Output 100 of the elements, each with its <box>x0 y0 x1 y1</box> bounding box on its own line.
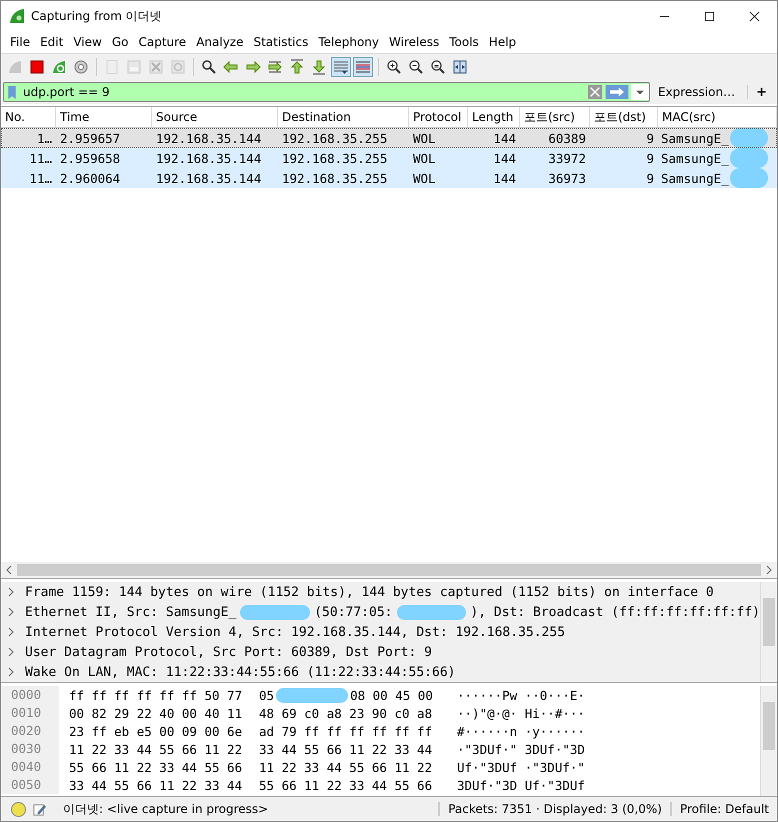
table-cell-text: 11… <box>28 170 53 186</box>
tree-item-text[interactable]: User Datagram Protocol, Src Port: 60389, Dst Port: 9 <box>25 644 432 660</box>
byte-offset: 0010 <box>1 704 59 722</box>
byte-offset: 0000 <box>1 686 59 704</box>
table-cell-text: SamsungE_ <box>660 150 729 166</box>
column-header[interactable]: MAC(src) <box>658 107 777 127</box>
horizontal-scrollbar[interactable] <box>1 562 777 578</box>
table-cell-text: WOL <box>412 150 437 166</box>
hex-bytes: 00 82 29 22 40 00 40 11 <box>69 706 244 720</box>
edit-comment-icon[interactable] <box>32 802 47 816</box>
menu-item[interactable]: Edit <box>35 35 68 49</box>
redaction-blot <box>730 128 768 148</box>
packet-count: Packets: 7351 · Displayed: 3 (0,0%) <box>438 802 672 816</box>
tree-item-text[interactable]: Ethernet II, Src: SamsungE_ <box>24 604 236 620</box>
tree-item-text[interactable]: Internet Protocol Version 4, Src: 192.168.35.144, Dst: 192.168.35.255 <box>25 624 566 640</box>
hex-bytes: 11 22 33 44 55 66 11 22 <box>69 742 244 756</box>
menu-item[interactable]: Wireless <box>384 35 444 49</box>
menu-item[interactable]: Statistics <box>248 35 314 49</box>
column-header[interactable]: 포트(src) <box>520 107 590 127</box>
ascii-bytes: #······n ·y······ <box>456 724 585 738</box>
menu-item[interactable]: File <box>5 35 36 49</box>
hex-bytes: ff ff ff ff ff ff 50 77 <box>69 688 244 702</box>
packet-row[interactable]: 11… 2.960064 192.168.35.144 192.168.35.255 WOL 144 36973 9 SamsungE_ <box>1 168 777 188</box>
hex-bytes: 11 22 33 44 55 66 11 22 <box>259 760 434 774</box>
table-cell-text: WOL <box>412 170 437 186</box>
table-cell-text: 9 <box>645 130 655 146</box>
menu-item[interactable]: Capture <box>133 35 192 49</box>
hex-bytes: 33 44 55 66 11 22 33 44 <box>259 742 434 756</box>
tree-item-text[interactable]: (50:77:05: <box>314 604 392 620</box>
ascii-bytes: ······Pw ··0···E· <box>456 688 585 702</box>
display-filter-field[interactable]: udp.port == 9 <box>3 82 650 102</box>
table-cell-text: 144 <box>492 170 517 186</box>
hex-bytes: 23 ff eb e5 00 09 00 6e <box>69 724 244 738</box>
table-cell-text: 192.168.35.144 <box>155 150 262 166</box>
app-logo-icon <box>9 8 25 24</box>
column-header[interactable]: Source <box>152 107 278 127</box>
tree-item-text[interactable]: ), Dst: Broadcast (ff:ff:ff:ff:ff:ff) <box>470 604 760 620</box>
hex-bytes: 33 44 55 66 11 22 33 44 <box>69 778 244 792</box>
table-cell-text: 33972 <box>547 150 587 166</box>
redaction-blot <box>730 148 768 168</box>
table-cell-text: 60389 <box>547 130 587 146</box>
add-button[interactable]: + <box>748 84 775 100</box>
table-cell-text: 9 <box>645 150 655 166</box>
table-cell-text: 11… <box>28 150 53 166</box>
table-cell-text: 192.168.35.255 <box>281 150 388 166</box>
table-cell-text: 192.168.35.255 <box>281 130 388 146</box>
column-header[interactable]: Destination <box>278 107 409 127</box>
tree-item-text[interactable]: Frame 1159: 144 bytes on wire (1152 bits), 144 bytes captured (1152 bits) on interface 0 <box>25 584 714 600</box>
redaction-blot <box>396 604 466 620</box>
table-cell-text: 144 <box>492 130 517 146</box>
byte-offset: 0020 <box>1 722 59 740</box>
table-cell-text: 1… <box>36 130 53 146</box>
column-header[interactable]: Protocol <box>409 107 468 127</box>
table-cell-text: 9 <box>645 170 655 186</box>
menu-item[interactable]: Help <box>484 35 522 49</box>
table-cell-text: 192.168.35.255 <box>281 170 388 186</box>
hex-bytes: 48 69 c0 a8 23 90 c0 a8 <box>259 706 434 720</box>
status-led-icon <box>11 802 26 816</box>
ascii-bytes: ··)"@·@· Hi··#··· <box>456 706 585 720</box>
byte-offset: 0050 <box>1 776 59 794</box>
menu-item[interactable]: Go <box>106 35 134 49</box>
dropdown-caret-icon[interactable] <box>630 84 649 100</box>
table-cell-text: 192.168.35.144 <box>155 130 262 146</box>
ascii-bytes: Uf·"3DUf ·"3DUf·" <box>456 760 585 774</box>
capture-status: 이더넷: <live capture in progress> <box>63 800 270 818</box>
table-cell-text: 2.960064 <box>59 170 122 186</box>
hex-bytes: 08 00 45 00 <box>350 688 433 702</box>
window-title: Capturing from 이더넷 <box>31 8 162 24</box>
tree-item-text[interactable]: Wake On LAN, MAC: 11:22:33:44:55:66 (11:22:33:44:55:66) <box>25 664 456 680</box>
column-header[interactable]: 포트(dst) <box>590 107 658 127</box>
menu-item[interactable]: Analyze <box>191 35 248 49</box>
menu-item[interactable]: Telephony <box>313 35 384 49</box>
clear-icon[interactable] <box>588 85 602 99</box>
table-cell-text: 36973 <box>547 170 587 186</box>
redaction-blot <box>730 168 768 188</box>
column-header[interactable]: No. <box>1 107 56 127</box>
table-cell-text: SamsungE_ <box>660 170 729 186</box>
table-cell-text: 2.959658 <box>59 150 122 166</box>
profile-label[interactable]: Profile: Default <box>672 802 777 816</box>
hex-bytes: 05 <box>259 688 274 702</box>
column-header[interactable]: Length <box>468 107 520 127</box>
redaction-blot <box>240 604 310 620</box>
expression-button[interactable]: Expression… <box>650 85 748 99</box>
menu-item[interactable]: View <box>68 35 107 49</box>
hex-bytes: 55 66 11 22 33 44 55 66 <box>69 760 244 774</box>
menu-item[interactable]: Tools <box>444 35 484 49</box>
table-cell-text: SamsungE_ <box>660 130 729 146</box>
ascii-bytes: 3DUf·"3D Uf·"3DUf <box>456 778 585 792</box>
byte-offset: 0030 <box>1 740 59 758</box>
table-cell-text: 2.959657 <box>59 130 122 146</box>
vertical-scrollbar[interactable] <box>760 582 777 682</box>
vertical-scrollbar[interactable] <box>760 686 777 796</box>
table-cell-text: 144 <box>492 150 517 166</box>
packet-row[interactable]: 11… 2.959658 192.168.35.144 192.168.35.255 WOL 144 33972 9 SamsungE_ <box>1 148 777 168</box>
table-cell-text: WOL <box>412 130 437 146</box>
packet-row[interactable]: 1… 2.959657 192.168.35.144 192.168.35.255 WOL 144 60389 9 SamsungE_ <box>1 128 777 148</box>
byte-offset: 0040 <box>1 758 59 776</box>
toolbar-icon[interactable] <box>331 57 351 77</box>
toolbar-icon[interactable] <box>353 57 373 77</box>
column-header[interactable]: Time <box>56 107 152 127</box>
